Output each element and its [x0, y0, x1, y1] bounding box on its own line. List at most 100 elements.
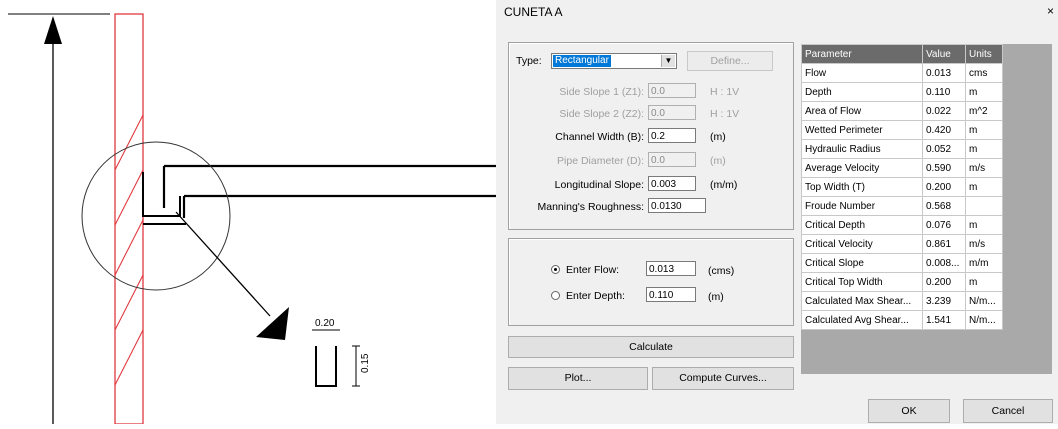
- param-cell: Depth: [801, 82, 923, 102]
- units-cell: m: [965, 215, 1003, 235]
- dim-width-label: 0.20: [315, 318, 335, 329]
- cad-drawing: 0.20 0.15: [0, 0, 496, 425]
- units-cell: N/m...: [965, 291, 1003, 311]
- close-icon[interactable]: ×: [1047, 4, 1054, 18]
- units-cell: m: [965, 177, 1003, 197]
- ok-button[interactable]: OK: [868, 399, 950, 423]
- channel-dialog: CUNETA A × Type: Rectangular ▼ Define...…: [496, 0, 1058, 424]
- define-button[interactable]: Define...: [687, 51, 773, 71]
- param-cell: Hydraulic Radius: [801, 139, 923, 159]
- units-cell: m: [965, 120, 1003, 140]
- enter-depth-input[interactable]: 0.110: [646, 287, 696, 302]
- table-row[interactable]: Calculated Avg Shear... 1.541 N/m...: [801, 310, 1003, 330]
- calculate-button[interactable]: Calculate: [508, 336, 794, 358]
- param-cell: Froude Number: [801, 196, 923, 216]
- table-row[interactable]: Critical Velocity 0.861 m/s: [801, 234, 1003, 254]
- value-cell: 0.861: [922, 234, 966, 254]
- arrow-up-icon: [44, 16, 62, 44]
- side-slope-2-unit: H : 1V: [710, 108, 740, 120]
- table-row[interactable]: Froude Number 0.568: [801, 196, 1003, 216]
- type-select[interactable]: Rectangular ▼: [551, 53, 677, 69]
- cancel-button[interactable]: Cancel: [963, 399, 1053, 423]
- table-row[interactable]: Average Velocity 0.590 m/s: [801, 158, 1003, 178]
- plot-button[interactable]: Plot...: [508, 367, 648, 390]
- value-cell: 0.052: [922, 139, 966, 159]
- value-cell: 3.239: [922, 291, 966, 311]
- header-parameter[interactable]: Parameter: [801, 44, 923, 64]
- dialog-title: CUNETA A: [504, 5, 563, 19]
- side-slope-2-input[interactable]: 0.0: [648, 105, 696, 120]
- param-cell: Wetted Perimeter: [801, 120, 923, 140]
- channel-width-label: Channel Width (B):: [555, 131, 644, 143]
- table-row[interactable]: Flow 0.013 cms: [801, 63, 1003, 83]
- enter-flow-unit: (cms): [708, 265, 735, 277]
- table-row[interactable]: Wetted Perimeter 0.420 m: [801, 120, 1003, 140]
- table-row[interactable]: Top Width (T) 0.200 m: [801, 177, 1003, 197]
- param-cell: Critical Slope: [801, 253, 923, 273]
- longitudinal-slope-input[interactable]: 0.003: [648, 176, 696, 191]
- manning-roughness-label: Manning's Roughness:: [537, 201, 645, 213]
- enter-depth-radio[interactable]: [551, 291, 560, 300]
- value-cell: 0.568: [922, 196, 966, 216]
- units-cell: m^2: [965, 101, 1003, 121]
- type-label: Type:: [516, 55, 542, 67]
- param-cell: Critical Depth: [801, 215, 923, 235]
- dim-height-label: 0.15: [360, 353, 371, 373]
- manning-roughness-input[interactable]: 0.0130: [648, 198, 706, 213]
- channel-width-input[interactable]: 0.2: [648, 128, 696, 143]
- param-cell: Calculated Max Shear...: [801, 291, 923, 311]
- wall-section: [114, 13, 144, 425]
- units-cell: m: [965, 139, 1003, 159]
- longitudinal-slope-unit: (m/m): [710, 179, 738, 191]
- param-cell: Top Width (T): [801, 177, 923, 197]
- param-cell: Area of Flow: [801, 101, 923, 121]
- units-cell: m/s: [965, 158, 1003, 178]
- enter-depth-label: Enter Depth:: [566, 290, 625, 302]
- header-value[interactable]: Value: [922, 44, 966, 64]
- table-row[interactable]: Area of Flow 0.022 m^2: [801, 101, 1003, 121]
- table-row[interactable]: Critical Slope 0.008... m/m: [801, 253, 1003, 273]
- results-grid[interactable]: Parameter Value Units Flow 0.013 cms Depth…: [801, 44, 1052, 374]
- leader-arrow-icon: [256, 307, 289, 340]
- side-slope-1-label: Side Slope 1 (Z1):: [559, 86, 644, 98]
- param-cell: Critical Velocity: [801, 234, 923, 254]
- value-cell: 0.200: [922, 177, 966, 197]
- units-cell: m/m: [965, 253, 1003, 273]
- value-cell: 0.076: [922, 215, 966, 235]
- header-units[interactable]: Units: [965, 44, 1003, 64]
- chevron-down-icon[interactable]: ▼: [661, 55, 675, 67]
- units-cell: [965, 196, 1003, 216]
- longitudinal-slope-label: Longitudinal Slope:: [554, 179, 644, 191]
- value-cell: 1.541: [922, 310, 966, 330]
- units-cell: m: [965, 82, 1003, 102]
- side-slope-2-label: Side Slope 2 (Z2):: [559, 108, 644, 120]
- units-cell: cms: [965, 63, 1003, 83]
- pipe-diameter-input[interactable]: 0.0: [648, 152, 696, 167]
- value-cell: 0.200: [922, 272, 966, 292]
- value-cell: 0.420: [922, 120, 966, 140]
- enter-flow-label: Enter Flow:: [566, 264, 620, 276]
- channel-width-unit: (m): [710, 131, 726, 143]
- value-cell: 0.590: [922, 158, 966, 178]
- flow-depth-group: [508, 238, 794, 326]
- table-row[interactable]: Depth 0.110 m: [801, 82, 1003, 102]
- param-cell: Average Velocity: [801, 158, 923, 178]
- enter-depth-unit: (m): [708, 291, 724, 303]
- compute-curves-button[interactable]: Compute Curves...: [652, 367, 794, 390]
- param-cell: Flow: [801, 63, 923, 83]
- cad-canvas: 0.20 0.15: [8, 13, 496, 425]
- side-slope-1-input[interactable]: 0.0: [648, 83, 696, 98]
- value-cell: 0.110: [922, 82, 966, 102]
- param-cell: Calculated Avg Shear...: [801, 310, 923, 330]
- table-row[interactable]: Hydraulic Radius 0.052 m: [801, 139, 1003, 159]
- units-cell: N/m...: [965, 310, 1003, 330]
- table-row[interactable]: Calculated Max Shear... 3.239 N/m...: [801, 291, 1003, 311]
- enter-flow-radio[interactable]: [551, 265, 560, 274]
- enter-flow-input[interactable]: 0.013: [646, 261, 696, 276]
- units-cell: m/s: [965, 234, 1003, 254]
- results-header-row: Parameter Value Units: [801, 44, 1003, 64]
- type-select-value: Rectangular: [553, 55, 611, 67]
- table-row[interactable]: Critical Depth 0.076 m: [801, 215, 1003, 235]
- table-row[interactable]: Critical Top Width 0.200 m: [801, 272, 1003, 292]
- value-cell: 0.013: [922, 63, 966, 83]
